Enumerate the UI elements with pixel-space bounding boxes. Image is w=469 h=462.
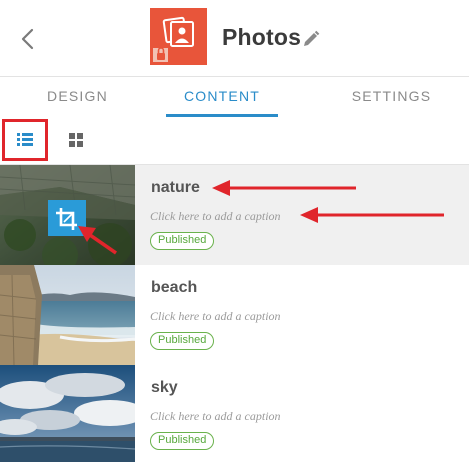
crop-button[interactable]	[48, 200, 86, 236]
item-caption[interactable]: Click here to add a caption	[150, 409, 281, 424]
item-caption[interactable]: Click here to add a caption	[150, 209, 281, 224]
app-header: Photos	[0, 0, 469, 77]
tab-design[interactable]: DESIGN	[10, 77, 145, 117]
grid-view-icon[interactable]	[66, 130, 86, 150]
list-item[interactable]: beach Click here to add a caption Publis…	[0, 265, 469, 366]
status-badge: Published	[150, 332, 215, 350]
item-caption[interactable]: Click here to add a caption	[150, 309, 281, 324]
item-title[interactable]: beach	[151, 279, 197, 297]
photos-app-icon	[150, 8, 207, 65]
pencil-icon[interactable]	[302, 30, 320, 48]
chevron-left-icon[interactable]	[14, 24, 42, 54]
tab-settings[interactable]: SETTINGS	[324, 77, 459, 117]
status-badge: Published	[150, 432, 215, 450]
page-title: Photos	[222, 24, 302, 50]
tab-content[interactable]: CONTENT	[166, 77, 278, 117]
active-tab-indicator	[166, 114, 278, 117]
list-view-icon	[17, 133, 33, 146]
list-item[interactable]: nature Click here to add a caption Publi…	[0, 165, 469, 266]
item-title[interactable]: sky	[151, 379, 178, 397]
photo-thumbnail-sky[interactable]	[0, 365, 135, 462]
tab-bar: DESIGN CONTENT SETTINGS	[0, 77, 469, 119]
photo-thumbnail-beach[interactable]	[0, 265, 135, 365]
item-title[interactable]: nature	[151, 179, 200, 197]
view-toolbar	[0, 118, 469, 165]
list-item[interactable]: sky Click here to add a caption Publishe…	[0, 365, 469, 462]
status-badge: Published	[150, 232, 215, 250]
crop-icon	[56, 208, 77, 230]
list-view-button[interactable]	[2, 119, 48, 161]
